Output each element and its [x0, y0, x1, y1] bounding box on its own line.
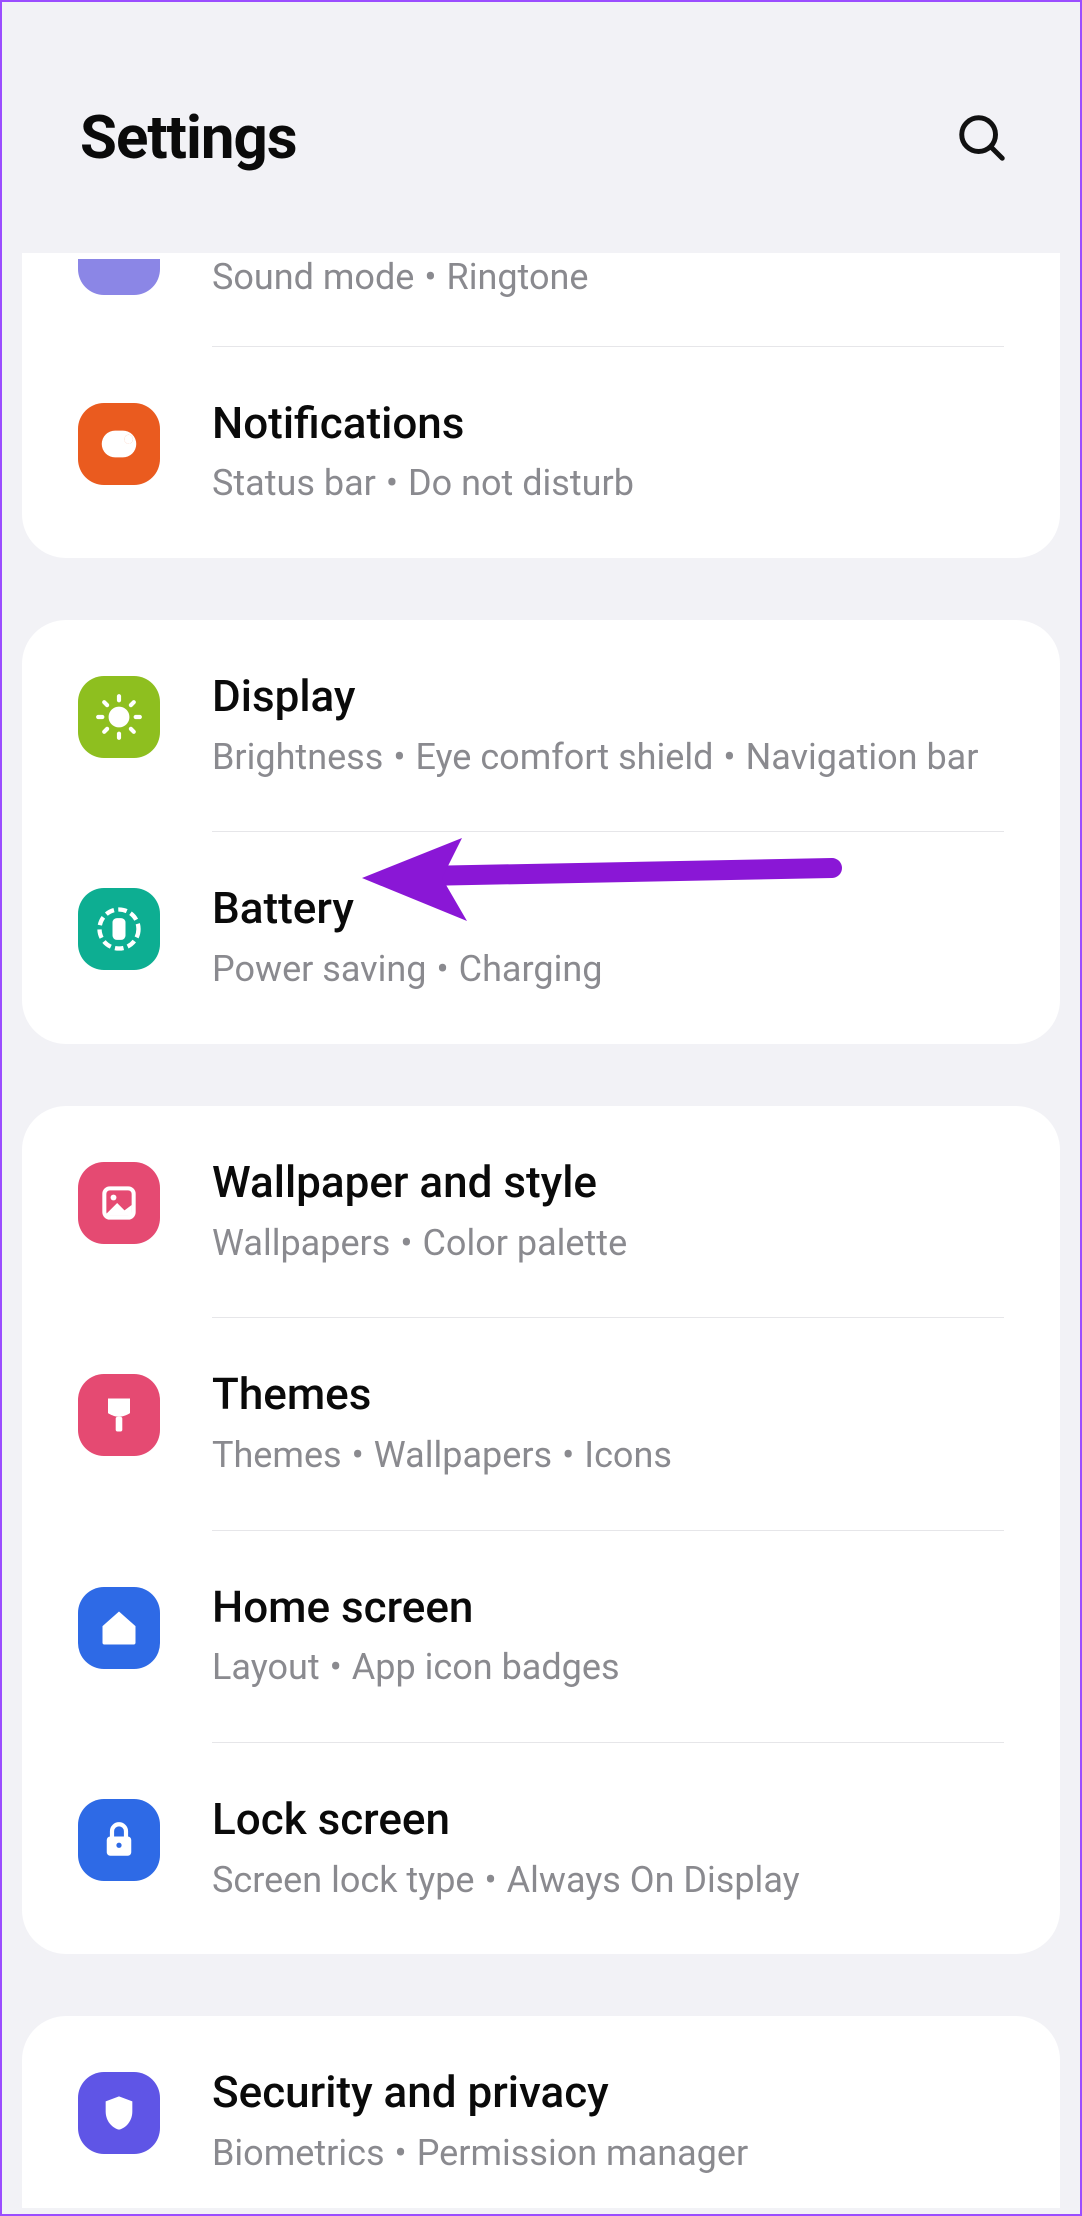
settings-item-homescreen[interactable]: Home screen Layout•App icon badges	[22, 1531, 1060, 1742]
settings-item-display[interactable]: Display Brightness•Eye comfort shield•Na…	[22, 620, 1060, 831]
settings-group: Sound mode•Ringtone Notifications Status…	[22, 253, 1060, 558]
item-title: Battery	[212, 882, 1004, 935]
settings-item-notifications[interactable]: Notifications Status bar•Do not disturb	[22, 347, 1060, 558]
settings-item-battery[interactable]: Battery Power saving•Charging	[22, 832, 1060, 1043]
settings-item-sounds[interactable]: Sound mode•Ringtone	[22, 253, 1060, 346]
search-button[interactable]	[954, 110, 1010, 166]
item-subtitle: Screen lock type•Always On Display	[212, 1856, 1004, 1905]
item-title: Wallpaper and style	[212, 1156, 1004, 1209]
item-subtitle: Brightness•Eye comfort shield•Navigation…	[212, 733, 1004, 782]
item-subtitle: Themes•Wallpapers•Icons	[212, 1431, 1004, 1480]
settings-item-lockscreen[interactable]: Lock screen Screen lock type•Always On D…	[22, 1743, 1060, 1954]
notifications-icon	[78, 403, 160, 485]
item-title: Notifications	[212, 397, 1004, 450]
home-icon	[78, 1587, 160, 1669]
header: Settings	[2, 2, 1080, 253]
settings-item-themes[interactable]: Themes Themes•Wallpapers•Icons	[22, 1318, 1060, 1529]
item-title: Display	[212, 670, 1004, 723]
settings-item-wallpaper[interactable]: Wallpaper and style Wallpapers•Color pal…	[22, 1106, 1060, 1317]
settings-group: Security and privacy Biometrics•Permissi…	[22, 2016, 1060, 2207]
page-title: Settings	[80, 102, 297, 173]
wallpaper-icon	[78, 1162, 160, 1244]
item-subtitle: Wallpapers•Color palette	[212, 1219, 1004, 1268]
search-icon	[955, 111, 1009, 165]
shield-icon	[78, 2072, 160, 2154]
item-subtitle: Biometrics•Permission manager	[212, 2129, 1004, 2178]
sounds-icon	[78, 259, 160, 295]
item-title: Themes	[212, 1368, 1004, 1421]
settings-item-security[interactable]: Security and privacy Biometrics•Permissi…	[22, 2016, 1060, 2207]
lock-icon	[78, 1799, 160, 1881]
themes-icon	[78, 1374, 160, 1456]
item-subtitle: Layout•App icon badges	[212, 1643, 1004, 1692]
item-subtitle: Sound mode•Ringtone	[212, 253, 1004, 302]
settings-group: Display Brightness•Eye comfort shield•Na…	[22, 620, 1060, 1044]
item-title: Home screen	[212, 1581, 1004, 1634]
item-title: Security and privacy	[212, 2066, 1004, 2119]
item-title: Lock screen	[212, 1793, 1004, 1846]
display-icon	[78, 676, 160, 758]
item-subtitle: Status bar•Do not disturb	[212, 459, 1004, 508]
settings-group: Wallpaper and style Wallpapers•Color pal…	[22, 1106, 1060, 1955]
item-subtitle: Power saving•Charging	[212, 945, 1004, 994]
battery-icon	[78, 888, 160, 970]
